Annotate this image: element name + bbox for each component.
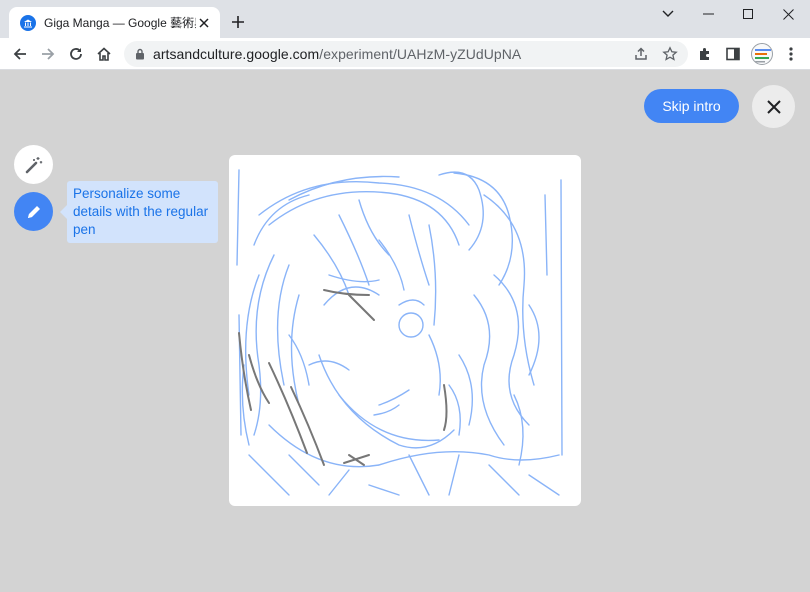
maximize-icon[interactable] [728,0,768,28]
window-close-icon[interactable] [768,0,808,28]
drawing-canvas[interactable] [229,155,581,506]
back-icon[interactable] [8,42,32,66]
pen-tooltip: Personalize some details with the regula… [60,181,218,243]
profile-avatar[interactable] [751,43,773,65]
tab-title: Giga Manga — Google 藝術與文化 [44,16,196,30]
address-bar[interactable]: artsandculture.google.com/experiment/UAH… [124,41,688,67]
url-path: /experiment/UAHzM-yZUdUpNA [319,46,522,62]
forward-icon[interactable] [36,42,60,66]
lock-icon[interactable] [135,48,145,60]
tab-close-icon[interactable] [196,15,212,31]
menu-icon[interactable] [779,42,803,66]
browser-tab[interactable]: Giga Manga — Google 藝術與文化 [9,7,220,38]
url-host: artsandculture.google.com [153,46,320,62]
close-experiment-button[interactable] [752,85,795,128]
side-panel-icon[interactable] [721,42,745,66]
magic-wand-icon [24,155,44,175]
home-icon[interactable] [92,42,116,66]
experiment-page: Skip intro Personalize some details with… [0,71,810,592]
url-text[interactable]: artsandculture.google.com/experiment/UAH… [153,46,521,62]
tab-search-icon[interactable] [648,0,688,28]
pen-tool-button[interactable] [14,192,53,231]
browser-toolbar: artsandculture.google.com/experiment/UAH… [0,38,810,70]
minimize-icon[interactable] [688,0,728,28]
share-icon[interactable] [633,46,649,62]
pen-icon [25,203,43,221]
skip-intro-button[interactable]: Skip intro [644,89,739,123]
new-tab-icon[interactable] [228,12,248,32]
magic-wand-tool-button[interactable] [14,145,53,184]
manga-sketch [236,169,563,496]
reload-icon[interactable] [64,42,88,66]
extensions-icon[interactable] [693,42,717,66]
bookmark-star-icon[interactable] [662,46,678,62]
arts-culture-favicon-icon [20,14,36,31]
tab-strip: Giga Manga — Google 藝術與文化 [0,0,810,38]
close-icon [766,99,781,114]
